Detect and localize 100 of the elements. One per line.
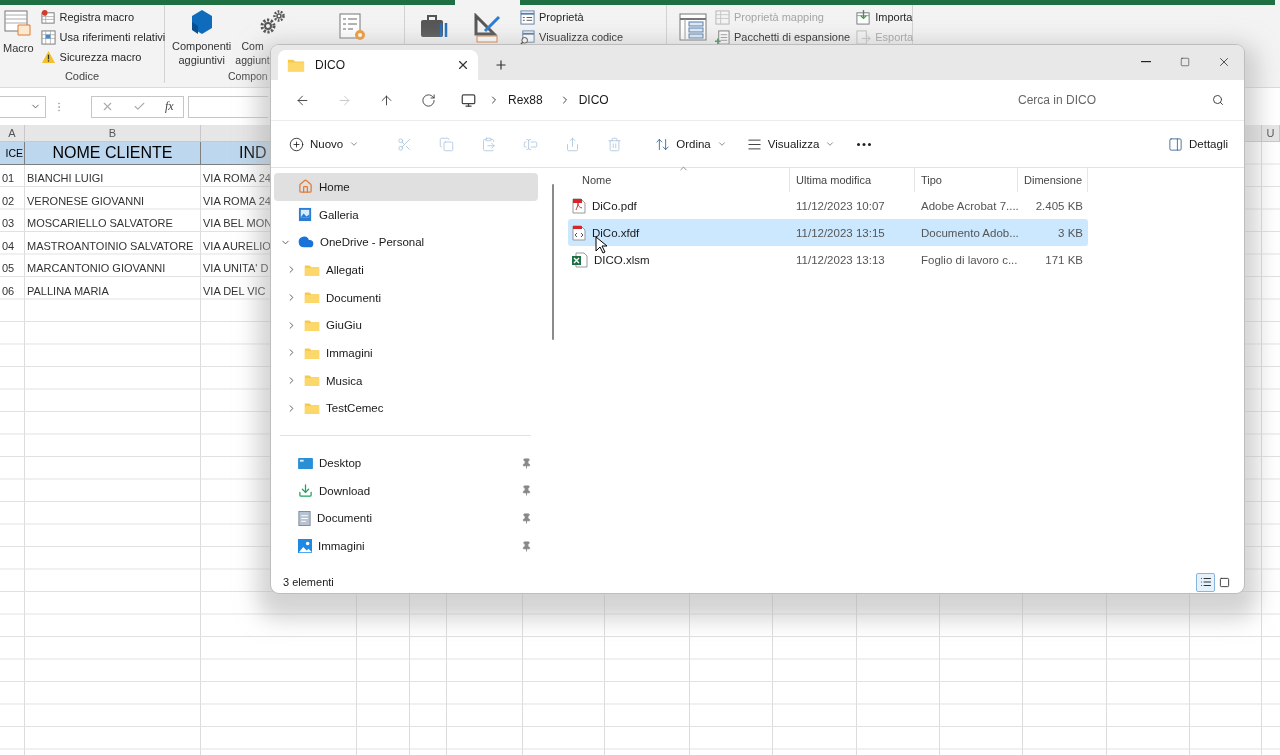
file-name: DICO.xlsm [594,253,650,266]
header-cell: ICE [0,142,25,165]
formula-input[interactable] [188,95,268,118]
table-cell-text: VIA ROMA 24 [202,171,271,186]
search-field[interactable]: Cerca in DICO [1016,92,1212,108]
sort-button[interactable]: Ordina [651,128,731,160]
design-mode-button[interactable] [473,13,503,43]
plus-circle-icon [289,136,304,152]
details-button[interactable]: Dettagli [1164,128,1232,160]
new-button[interactable]: Nuovo [285,128,364,160]
header-cell: NOME CLIENTE [25,142,201,165]
minimize-icon [1140,61,1151,63]
ribbon-command[interactable]: Importa [854,9,916,25]
column-letter: A [8,126,16,141]
file-name: DiCo.pdf [592,199,637,212]
table-cell-text: 04 [1,238,15,254]
insert-function-button[interactable]: fx [164,99,174,114]
relative-reference-icon [40,29,56,45]
column-heading[interactable]: Tipo [915,168,1018,192]
file-size: 2.405 KB [1034,199,1084,212]
nav-item[interactable]: OneDrive - Personal [274,228,538,257]
header-cell: IND [201,142,271,165]
table-cell-text: VIA UNITA' D [202,261,269,276]
add-ins-button[interactable]: Componenti aggiuntivi [169,9,235,67]
properties-icon [520,9,535,25]
import-icon [856,9,872,25]
caret-icon [349,139,360,149]
nav-item[interactable]: Allegati [274,256,538,284]
mapping-properties-icon [715,9,730,25]
nav-item[interactable]: Immagini [274,532,538,560]
nav-item[interactable]: Galleria [274,200,538,229]
ribbon-command[interactable]: Pacchetti di espansione [713,29,853,45]
ribbon-command[interactable]: Sicurezza macro [38,49,168,65]
nav-item[interactable]: Download [274,476,538,505]
close-icon [456,58,470,72]
table-cell-text: MARCANTONIO GIOVANNI [26,261,166,276]
sort-arrows-icon [655,136,671,152]
file-row[interactable]: DiCo.xfdf 11/12/2023 13:15 Documento Adob... 3 KB [568,219,1088,246]
column-heading[interactable]: Nome [568,168,790,192]
column-letter: B [108,126,117,141]
source-button[interactable] [679,13,707,41]
table-cell-text: 02 [1,193,15,209]
scrollbar-thumb[interactable] [552,184,554,340]
ribbon-command[interactable]: Registra macro [38,9,168,25]
xfdf-file-icon [572,224,586,241]
excel-file-icon [572,251,588,268]
status-text: 3 elementi [283,576,335,588]
file-type: Foglio di lavoro c... [920,253,1018,266]
folder-icon [304,263,320,277]
view-button[interactable]: Visualizza [742,128,840,160]
file-row[interactable]: DICO.xlsm 11/12/2023 13:13 Foglio di lavoro c... 171 KB [568,246,1088,273]
enter-icon[interactable] [133,100,147,113]
folder-icon [304,318,320,332]
table-cell-text: VIA AURELIO [202,238,271,254]
modified-date: 11/12/2023 10:07 [795,199,885,212]
folder-tab[interactable]: DICO [278,50,478,80]
name-box[interactable] [0,95,46,118]
mouse-pointer-icon [595,236,607,254]
macro-icon [4,9,33,37]
table-cell-text: BIANCHI LUIGI [26,171,104,186]
breadcrumb-item[interactable]: DICO [574,93,613,107]
nav-item[interactable]: GiuGiu [274,311,538,340]
list-icon [1199,576,1212,588]
close-tab-button[interactable] [456,58,470,72]
table-cell-text: MASTROANTOINIO SALVATORE [26,238,194,254]
column-heading[interactable]: Ultima modifica [790,168,915,192]
tile-icon [1219,576,1230,588]
nav-item[interactable]: Immagini [274,339,538,367]
toolbox-icon [420,13,448,39]
table-cell-text: PALLINA MARIA [26,283,109,299]
ribbon-command[interactable]: Proprietà [518,9,626,25]
table-cell-text: 01 [1,171,15,186]
table-cell-text: VIA DEL VIC [202,283,266,299]
com-add-ins-button[interactable] [338,13,367,41]
ribbon-command[interactable]: Usa riferimenti relativi [38,29,168,45]
controls-button[interactable] [420,13,448,39]
details-pane-icon [1168,136,1183,152]
lines-icon [746,136,762,152]
download-icon [298,483,313,499]
nav-item[interactable]: Home [274,173,538,201]
nav-item[interactable]: Desktop [274,449,538,477]
macro-button[interactable]: Macro [0,9,37,55]
nav-item[interactable]: TestCemec [274,394,538,423]
column-heading[interactable]: Dimensione [1018,168,1088,192]
folder-icon [304,346,320,360]
group-label: Compon [228,69,268,83]
gallery-icon [298,207,313,223]
details-view-button[interactable] [1196,572,1215,592]
checklist-gear-icon [338,13,367,41]
nav-item[interactable]: Documenti [274,504,538,533]
xml-source-icon [679,13,707,41]
nav-item[interactable]: Documenti [274,283,538,312]
folder-icon [287,57,305,73]
caret-icon [825,139,836,149]
file-row[interactable]: DiCo.pdf 11/12/2023 10:07 Adobe Acrobat 7.... 2.405 KB [568,192,1088,219]
modified-date: 11/12/2023 13:15 [795,226,885,239]
nav-item[interactable]: Musica [274,366,538,395]
breadcrumb-item[interactable]: Rex88 [504,93,547,107]
table-cell-text: 05 [1,261,15,276]
plus-icon [494,58,508,72]
